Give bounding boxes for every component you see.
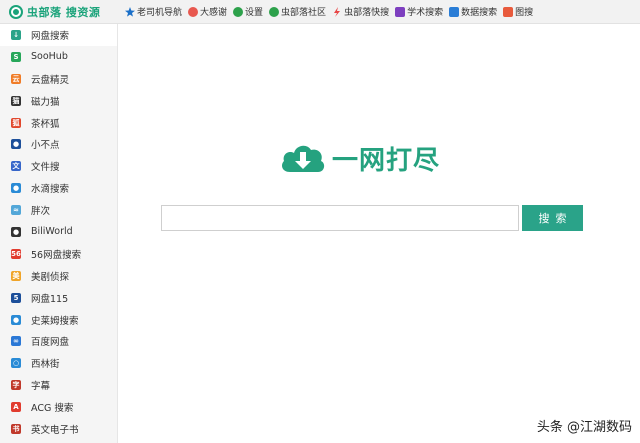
water-drop-icon: ● — [11, 183, 21, 194]
top-bar: 虫部落 搜资源 老司机导航 大感谢 设置 虫部落社区 虫部落快搜 学术搜索 数据搜索 图搜 — [0, 0, 640, 24]
sidebar-item-label: 西林街 — [31, 359, 60, 371]
sidebar-item-18[interactable]: 书英文电子书 — [0, 418, 117, 440]
sidebar-item-10[interactable]: 56 56网盘搜索 — [0, 243, 117, 265]
subtitle-icon: 字 — [11, 380, 21, 391]
sidebar-item-label: 云盘精灵 — [31, 74, 70, 86]
fox-icon: 狐 — [11, 117, 21, 128]
sidebar-item-3[interactable]: 猫磁力猫 — [0, 90, 117, 112]
acg-icon: A — [11, 402, 21, 413]
nav-item-0[interactable]: 老司机导航 — [125, 5, 182, 18]
sidebar-item-label: 茶杯狐 — [31, 118, 60, 130]
sidebar-item-12[interactable]: 5 网盘115 — [0, 287, 117, 309]
xilinjie-icon: ○ — [11, 358, 21, 369]
cat-icon: 猫 — [11, 95, 21, 106]
sidebar-item-17[interactable]: A ACG 搜索 — [0, 396, 117, 418]
sidebar-item-8[interactable]: ≈ 胖次 — [0, 199, 117, 221]
nav-item-7[interactable]: 图搜 — [503, 5, 533, 18]
sidebar-item-label: SooHub — [31, 51, 68, 63]
cloud-download-icon: ↓ — [11, 29, 21, 40]
nav-item-label: 虫部落社区 — [281, 8, 327, 18]
sidebar-item-label: 水滴搜索 — [31, 184, 70, 196]
nav-item-label: 大感谢 — [200, 8, 228, 18]
dot-icon: ● — [11, 139, 21, 150]
sidebar-item-14[interactable]: ∞ 百度网盘 — [0, 330, 117, 352]
sidebar-item-2[interactable]: 云云盘精灵 — [0, 68, 117, 90]
nav-item-1[interactable]: 大感谢 — [188, 5, 227, 18]
logo-text: 一网打尽 — [332, 145, 441, 176]
nav-item-4[interactable]: 虫部落快搜 — [332, 5, 389, 18]
nav-item-6[interactable]: 数据搜索 — [449, 5, 497, 18]
sidebar-item-label: 史莱姆搜索 — [31, 315, 79, 327]
image-icon — [503, 6, 514, 17]
nav-item-label: 虫部落快搜 — [344, 8, 390, 18]
sidebar-item-0[interactable]: ↓ 网盘搜索 — [0, 24, 117, 46]
search-button[interactable]: 搜索 — [522, 205, 583, 231]
sidebar-item-label: BiliWorld — [31, 226, 73, 238]
cloud-download-icon — [282, 145, 325, 172]
sidebar-item-6[interactable]: 文文件搜 — [0, 155, 117, 177]
search-input[interactable] — [161, 205, 519, 231]
ebook-icon: 书 — [11, 423, 21, 434]
sidebar-item-label: ACG 搜索 — [31, 403, 74, 415]
sidebar-item-5[interactable]: ● 小不点 — [0, 133, 117, 155]
sidebar-item-11[interactable]: 美美剧侦探 — [0, 265, 117, 287]
sidebar-item-15[interactable]: ○ 西林街 — [0, 352, 117, 374]
nodes-icon — [449, 6, 460, 17]
watermark: 头条 @江湖数码 — [537, 416, 632, 435]
sidebar-item-label: 网盘115 — [31, 293, 69, 305]
sidebar-item-label: 胖次 — [31, 206, 51, 218]
soohub-icon: S — [11, 51, 21, 62]
detective-icon: 美 — [11, 270, 21, 281]
wave-icon: ≈ — [11, 205, 21, 216]
baidu-pan-icon: ∞ — [11, 336, 21, 347]
sidebar-item-label: 美剧侦探 — [31, 271, 70, 283]
watermark-text: 头条 @江湖数码 — [536, 420, 632, 435]
sidebar-item-16[interactable]: 字字幕 — [0, 374, 117, 396]
sidebar-item-label: 磁力猫 — [31, 96, 60, 108]
nav-item-label: 设置 — [245, 8, 264, 18]
nav-item-label: 图搜 — [515, 8, 534, 18]
sidebar-item-7[interactable]: ● 水滴搜索 — [0, 177, 117, 199]
sidebar-item-label: 小不点 — [31, 140, 60, 152]
sidebar-item-label: 英文电子书 — [31, 424, 79, 436]
sidebar-item-label: 字幕 — [31, 381, 51, 393]
nav-item-3[interactable]: 虫部落社区 — [269, 5, 326, 18]
sidebar-item-4[interactable]: 狐茶杯狐 — [0, 112, 117, 134]
graduation-cap-icon — [395, 6, 406, 17]
star-icon — [125, 6, 135, 17]
slime-icon: ● — [11, 314, 21, 325]
nav-item-5[interactable]: 学术搜索 — [395, 5, 443, 18]
gear-icon — [233, 6, 244, 17]
cloud-elf-icon: 云 — [11, 73, 21, 84]
brand[interactable]: 虫部落 搜资源 — [0, 4, 125, 20]
heart-icon — [188, 6, 199, 17]
top-nav: 老司机导航 大感谢 设置 虫部落社区 虫部落快搜 学术搜索 数据搜索 图搜 — [125, 5, 539, 18]
nav-item-2[interactable]: 设置 — [233, 5, 263, 18]
sidebar-item-label: 百度网盘 — [31, 337, 70, 349]
sidebar-item-label: 56网盘搜索 — [31, 249, 82, 261]
nav-item-label: 老司机导航 — [137, 8, 183, 18]
nav-item-label: 数据搜索 — [461, 8, 498, 18]
sidebar: ↓ 网盘搜索 S SooHub 云云盘精灵猫磁力猫狐茶杯狐 ● 小不点文文件搜 ● 水滴搜索 ≈ 胖… — [0, 24, 118, 443]
brand-title: 虫部落 搜资源 — [27, 5, 101, 19]
sidebar-item-9[interactable]: ● BiliWorld — [0, 221, 117, 243]
sidebar-item-13[interactable]: ● 史莱姆搜索 — [0, 309, 117, 331]
brand-logo-icon — [9, 4, 23, 19]
file-search-icon: 文 — [11, 161, 21, 172]
site-logo: 一网打尽 — [278, 138, 473, 178]
nav-item-label: 学术搜索 — [407, 8, 444, 18]
sidebar-item-label: 文件搜 — [31, 162, 60, 174]
biliworld-icon: ● — [11, 226, 21, 237]
sidebar-item-label: 网盘搜索 — [31, 30, 70, 42]
sidebar-item-1[interactable]: S SooHub — [0, 46, 117, 68]
chat-icon — [269, 6, 280, 17]
115-icon: 5 — [11, 292, 21, 303]
lightning-icon — [332, 6, 342, 17]
56-icon: 56 — [11, 248, 21, 259]
